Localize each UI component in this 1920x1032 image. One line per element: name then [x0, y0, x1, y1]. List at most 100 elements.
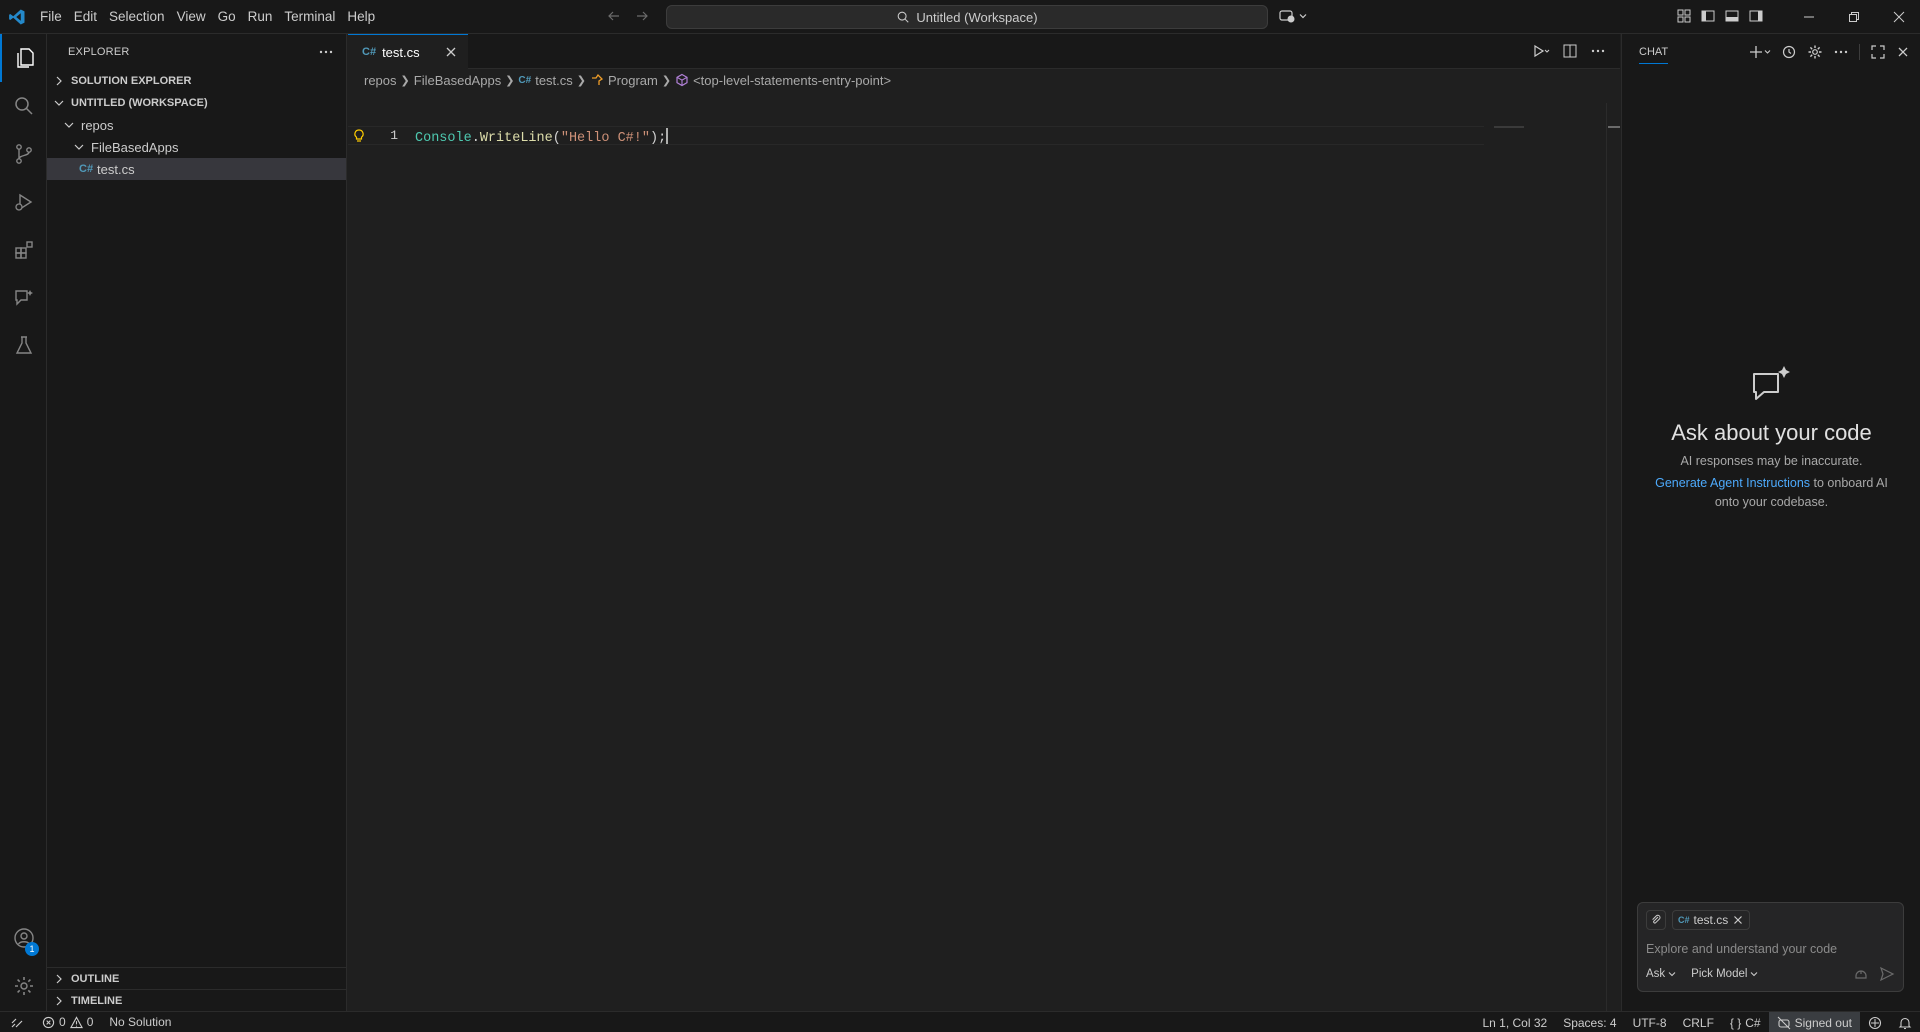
activity-accounts[interactable]: 1: [0, 914, 47, 962]
command-center-search[interactable]: Untitled (Workspace): [666, 5, 1268, 29]
code-text[interactable]: Console.WriteLine("Hello C#!");: [415, 128, 669, 146]
chat-input-field[interactable]: Explore and understand your code: [1646, 942, 1837, 956]
tree-file-test-cs[interactable]: C# test.cs: [47, 158, 346, 180]
solution-status[interactable]: No Solution: [101, 1012, 179, 1032]
notifications-button[interactable]: [1890, 1012, 1920, 1032]
tree-file-label: test.cs: [97, 161, 135, 177]
activity-source-control[interactable]: [0, 130, 47, 178]
timeline-label: TIMELINE: [71, 994, 123, 1007]
close-icon: [1893, 11, 1904, 23]
tree-folder-filebasedapps[interactable]: FileBasedApps: [47, 136, 346, 158]
close-icon[interactable]: [1896, 45, 1910, 59]
lightbulb-icon[interactable]: [352, 128, 366, 144]
search-icon: [14, 97, 33, 115]
code-line[interactable]: 1 Console.WriteLine("Hello C#!");: [348, 126, 1484, 146]
activity-testing[interactable]: [0, 322, 47, 370]
editor-scrollbar-track[interactable]: [1606, 103, 1607, 1032]
attach-context-button[interactable]: [1646, 910, 1666, 930]
activity-run-debug[interactable]: [0, 178, 47, 226]
language-mode[interactable]: { } C#: [1722, 1012, 1769, 1032]
more-actions-icon[interactable]: [1590, 43, 1606, 59]
activity-chat[interactable]: [0, 274, 47, 322]
explorer-sidebar: EXPLORER SOLUTION EXPLORER UNTITLED (WOR…: [47, 34, 347, 1011]
code-string-token: "Hello C#!": [560, 131, 650, 146]
workspace-section[interactable]: UNTITLED (WORKSPACE): [47, 92, 346, 114]
problems-indicator[interactable]: 0 0: [34, 1012, 101, 1032]
chat-panel: CHAT Ask about your code AI responses ma…: [1621, 34, 1920, 1011]
end-of-line[interactable]: CRLF: [1675, 1012, 1722, 1032]
menu-view[interactable]: View: [171, 0, 212, 34]
gear-icon[interactable]: [1807, 44, 1823, 60]
history-icon[interactable]: [1781, 44, 1797, 60]
activity-explorer[interactable]: [0, 34, 47, 82]
mode-picker[interactable]: Ask: [1646, 968, 1677, 980]
tools-icon[interactable]: [1853, 966, 1869, 982]
minimize-button[interactable]: [1786, 0, 1831, 34]
menu-terminal[interactable]: Terminal: [278, 0, 341, 34]
code-class-token: Console: [415, 131, 472, 146]
chevron-down-icon: [1299, 14, 1307, 19]
beaker-icon: [15, 336, 32, 354]
encoding[interactable]: UTF-8: [1625, 1012, 1675, 1032]
feedback-button[interactable]: [1860, 1012, 1890, 1032]
menu-run[interactable]: Run: [242, 0, 279, 34]
model-picker[interactable]: Pick Model: [1691, 968, 1759, 980]
csharp-file-icon: C#: [362, 46, 377, 58]
layout-controls: [1676, 8, 1764, 24]
breadcrumb-item[interactable]: test.cs: [535, 73, 573, 88]
remote-indicator[interactable]: [0, 1012, 34, 1032]
solution-explorer-section[interactable]: SOLUTION EXPLORER: [47, 70, 346, 92]
menu-edit[interactable]: Edit: [68, 0, 103, 34]
divider: [1859, 44, 1860, 60]
cursor-position[interactable]: Ln 1, Col 32: [1474, 1012, 1555, 1032]
close-icon[interactable]: [1732, 914, 1744, 926]
attached-file-chip[interactable]: C# test.cs: [1672, 910, 1751, 930]
chat-heading: Ask about your code: [1671, 420, 1872, 445]
toggle-primary-sidebar-icon[interactable]: [1700, 8, 1716, 24]
copilot-menu-button[interactable]: [1278, 7, 1308, 25]
close-icon[interactable]: [444, 45, 458, 59]
tab-test-cs[interactable]: C# test.cs: [348, 34, 468, 69]
menu-help[interactable]: Help: [341, 0, 381, 34]
split-editor-icon[interactable]: [1562, 43, 1578, 59]
extensions-icon: [14, 241, 33, 259]
generate-agent-instructions-link[interactable]: Generate Agent Instructions: [1655, 476, 1810, 490]
navigation-arrows: [606, 8, 650, 24]
activity-manage[interactable]: [0, 962, 47, 1010]
more-actions-icon[interactable]: [1833, 44, 1849, 60]
run-file-icon[interactable]: [1532, 43, 1550, 59]
forward-arrow-icon[interactable]: [634, 8, 650, 24]
toggle-panel-icon[interactable]: [1724, 8, 1740, 24]
activity-search[interactable]: [0, 82, 47, 130]
csharp-file-icon: C#: [1678, 915, 1690, 925]
tree-folder-repos[interactable]: repos: [47, 114, 346, 136]
menu-selection[interactable]: Selection: [103, 0, 171, 34]
toggle-secondary-sidebar-icon[interactable]: [1748, 8, 1764, 24]
breadcrumb-item[interactable]: <top-level-statements-entry-point>: [693, 73, 891, 88]
back-arrow-icon[interactable]: [606, 8, 622, 24]
menu-file[interactable]: File: [34, 0, 68, 34]
more-actions-icon[interactable]: [318, 44, 334, 60]
customize-layout-icon[interactable]: [1676, 8, 1692, 24]
minimap[interactable]: [1494, 126, 1524, 128]
close-window-button[interactable]: [1876, 0, 1920, 34]
indentation[interactable]: Spaces: 4: [1555, 1012, 1624, 1032]
activity-extensions[interactable]: [0, 226, 47, 274]
menu-go[interactable]: Go: [212, 0, 242, 34]
gear-icon: [14, 977, 33, 995]
breadcrumb-item[interactable]: repos: [364, 73, 397, 88]
new-chat-icon[interactable]: [1749, 44, 1771, 60]
chevron-down-icon: [64, 122, 74, 128]
send-icon[interactable]: [1879, 966, 1895, 982]
breadcrumb-item[interactable]: Program: [608, 73, 658, 88]
chat-title[interactable]: CHAT: [1639, 40, 1669, 64]
copilot-account-status[interactable]: Signed out: [1768, 1012, 1860, 1032]
timeline-section[interactable]: TIMELINE: [47, 989, 347, 1011]
chevron-down-icon: [54, 100, 64, 106]
breadcrumb-item[interactable]: FileBasedApps: [414, 73, 501, 88]
restore-button[interactable]: [1831, 0, 1876, 34]
csharp-file-icon: C#: [79, 163, 94, 175]
maximize-icon[interactable]: [1870, 44, 1886, 60]
outline-section[interactable]: OUTLINE: [47, 967, 347, 989]
vscode-logo-icon: [0, 0, 34, 34]
